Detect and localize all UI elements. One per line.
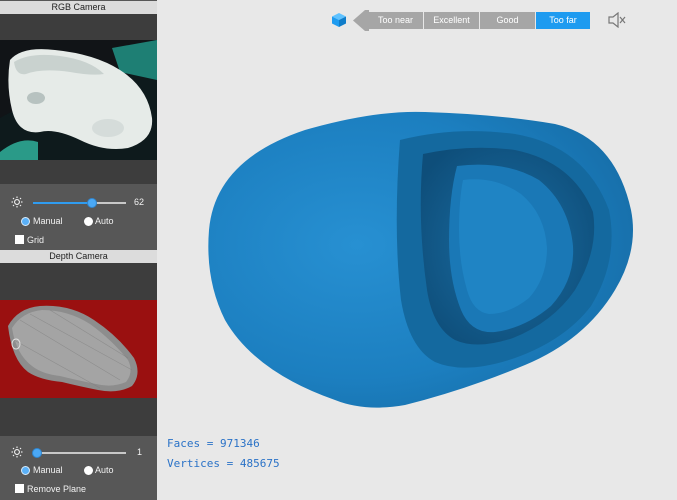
distance-good: Good xyxy=(480,12,535,29)
rgb-manual-radio[interactable] xyxy=(21,217,30,226)
rgb-manual-label: Manual xyxy=(33,216,63,226)
grid-label: Grid xyxy=(27,235,45,245)
grid-checkbox[interactable] xyxy=(15,235,24,244)
distance-excellent: Excellent xyxy=(424,12,479,29)
faces-count: Faces = 971346 xyxy=(167,437,260,450)
rgb-brightness-value: 62 xyxy=(134,197,145,207)
remove-plane-checkbox[interactable] xyxy=(15,484,24,493)
sidebar: RGB Camera 62 Manual Auto Grid Depth Cam… xyxy=(0,0,157,500)
speaker-muted-icon[interactable] xyxy=(608,12,626,28)
distance-indicator: Too near Excellent Good Too far xyxy=(368,12,591,29)
depth-slider-thumb[interactable] xyxy=(31,448,42,458)
remove-plane-label: Remove Plane xyxy=(27,484,87,494)
distance-too-near: Too near xyxy=(368,12,423,29)
depth-manual-radio[interactable] xyxy=(21,466,30,475)
cube-icon[interactable] xyxy=(331,12,347,28)
rgb-auto-radio[interactable] xyxy=(84,217,93,226)
depth-value: 1 xyxy=(137,447,143,457)
depth-manual-label: Manual xyxy=(33,465,63,475)
rgb-camera-feed xyxy=(0,40,157,160)
vertices-count: Vertices = 485675 xyxy=(167,457,280,470)
arrow-left-icon xyxy=(353,10,369,31)
rgb-auto-label: Auto xyxy=(95,216,114,226)
depth-auto-radio[interactable] xyxy=(84,466,93,475)
depth-camera-feed xyxy=(0,300,157,398)
distance-too-far: Too far xyxy=(536,12,590,29)
depth-auto-label: Auto xyxy=(95,465,114,475)
rgb-camera-title: RGB Camera xyxy=(0,1,157,14)
rgb-brightness-slider-thumb[interactable] xyxy=(86,198,97,208)
depth-camera-title: Depth Camera xyxy=(0,250,157,263)
depth-slider[interactable] xyxy=(31,448,126,458)
scanned-model[interactable] xyxy=(195,100,645,420)
rgb-brightness-slider[interactable] xyxy=(33,198,126,208)
sun-icon xyxy=(11,196,23,208)
sun-icon xyxy=(11,446,23,458)
